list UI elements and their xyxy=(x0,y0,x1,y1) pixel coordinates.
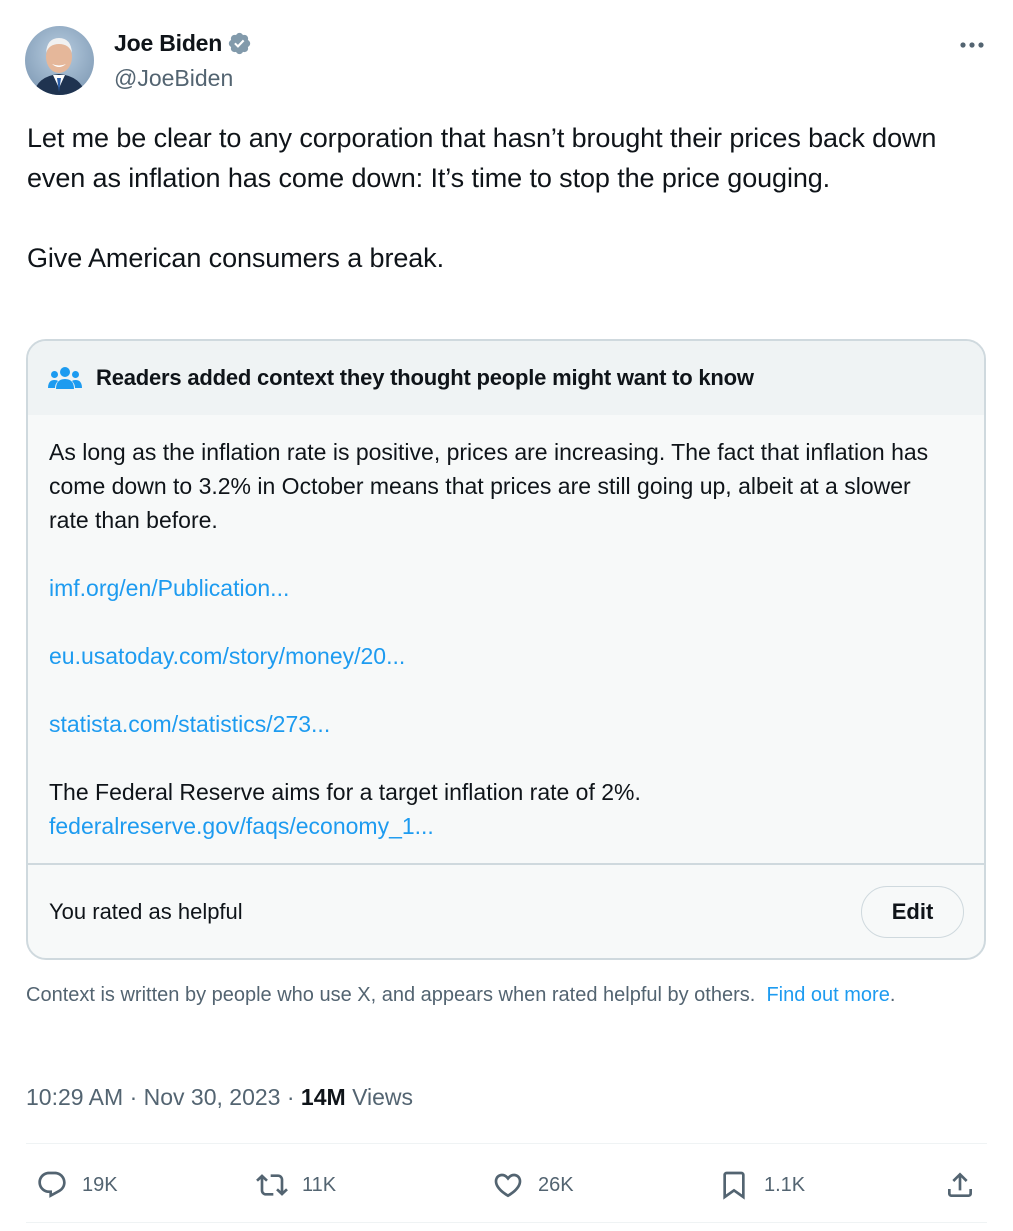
community-note-header: Readers added context they thought peopl… xyxy=(28,341,984,415)
verified-badge-icon xyxy=(228,32,251,55)
rating-status: You rated as helpful xyxy=(49,899,243,924)
tweet-time[interactable]: 10:29 AM xyxy=(26,1084,123,1110)
heart-icon xyxy=(494,1173,522,1198)
tweet-meta: 10:29 AM · Nov 30, 2023 · 14M Views xyxy=(26,1084,413,1111)
context-footer-trailing: . xyxy=(889,984,896,1006)
note-link-usatoday[interactable]: eu.usatoday.com/story/money/20... xyxy=(49,639,949,673)
like-button[interactable]: 26K xyxy=(492,1160,574,1210)
note-text: As long as the inflation rate is positiv… xyxy=(49,439,929,533)
community-note-body: As long as the inflation rate is positiv… xyxy=(49,435,949,843)
avatar[interactable] xyxy=(25,26,94,95)
views-count: 14M xyxy=(300,1084,346,1110)
reply-count: 19K xyxy=(82,1173,118,1196)
bookmark-icon xyxy=(723,1171,745,1200)
author-name[interactable]: Joe Biden xyxy=(114,30,222,57)
divider-bottom xyxy=(26,1222,987,1223)
share-button[interactable] xyxy=(944,1160,976,1210)
more-options-icon[interactable] xyxy=(955,28,989,62)
repost-button[interactable]: 11K xyxy=(256,1160,336,1210)
note-link-statista[interactable]: statista.com/statistics/273... xyxy=(49,707,949,741)
people-icon xyxy=(48,367,82,389)
share-icon xyxy=(948,1172,972,1197)
find-out-more-link[interactable]: Find out more xyxy=(766,984,889,1006)
bookmark-button[interactable]: 1.1K xyxy=(718,1160,805,1210)
action-bar: 19K 11K 26K 1.1K xyxy=(26,1160,987,1212)
reply-icon xyxy=(38,1171,66,1198)
divider-top xyxy=(26,1143,987,1144)
edit-rating-button[interactable]: Edit xyxy=(861,886,964,938)
meta-separator-2: · xyxy=(286,1084,295,1110)
meta-separator: · xyxy=(129,1084,138,1110)
repost-icon xyxy=(256,1174,288,1196)
bookmark-count: 1.1K xyxy=(764,1173,806,1196)
author-handle[interactable]: @JoeBiden xyxy=(114,65,233,92)
note-divider xyxy=(28,863,984,865)
context-footer: Context is written by people who use X, … xyxy=(26,982,986,1008)
community-note: Readers added context they thought peopl… xyxy=(26,339,986,960)
note-link-federalreserve[interactable]: federalreserve.gov/faqs/economy_1... xyxy=(49,809,949,843)
community-note-title: Readers added context they thought peopl… xyxy=(96,365,754,390)
repost-count: 11K xyxy=(302,1173,337,1196)
note-link-imf[interactable]: imf.org/en/Publication... xyxy=(49,571,949,605)
views-label: Views xyxy=(352,1084,413,1110)
tweet-date[interactable]: Nov 30, 2023 xyxy=(144,1084,281,1110)
tweet-text: Let me be clear to any corporation that … xyxy=(27,123,937,273)
like-count: 26K xyxy=(538,1173,574,1196)
reply-button[interactable]: 19K xyxy=(36,1160,118,1210)
note-extra-text: The Federal Reserve aims for a target in… xyxy=(49,779,641,805)
context-footer-text: Context is written by people who use X, … xyxy=(26,984,756,1006)
